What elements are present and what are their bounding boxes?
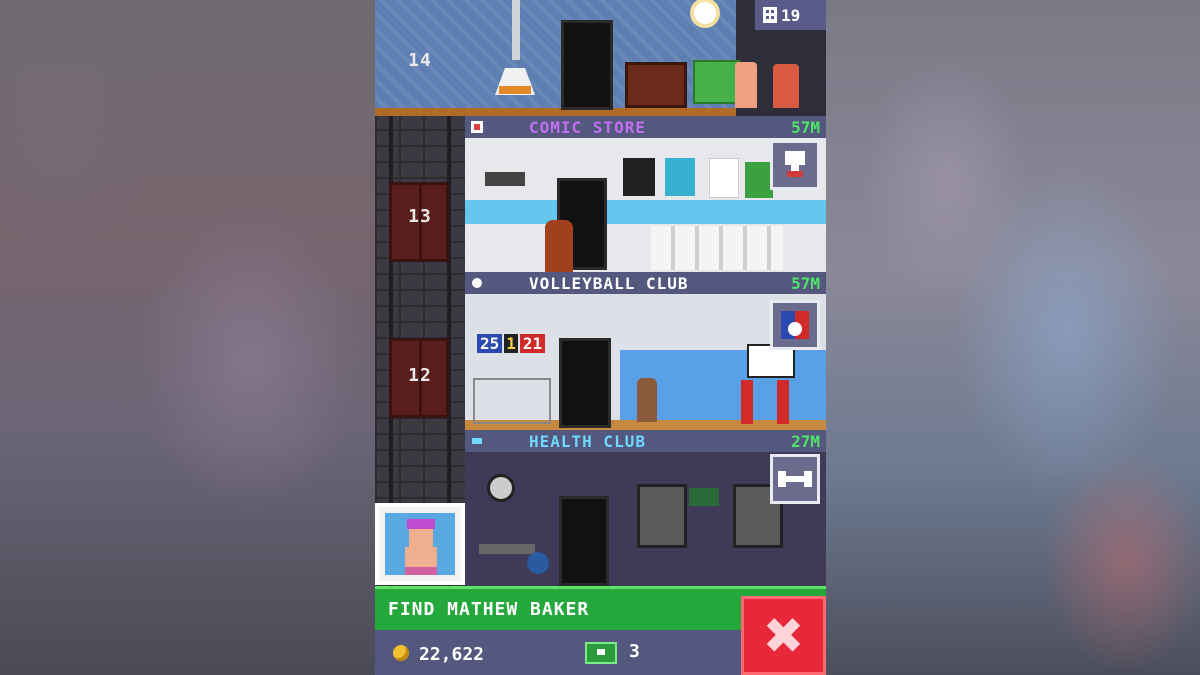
floor-name: VOLLEYBALL CLUB [529, 273, 689, 293]
bitizen-avatar-icon [405, 519, 437, 575]
exercise-ball [527, 552, 549, 574]
visitor-bitizen[interactable] [545, 220, 573, 272]
green-sofa [693, 60, 740, 104]
gym-window [637, 484, 687, 548]
floor-number-12: 12 [408, 365, 432, 386]
sun-icon [689, 2, 721, 24]
floor-count-value: 19 [781, 5, 801, 25]
mission-label: FIND MATHEW BAKER [388, 599, 590, 620]
floor-header: HEALTH CLUB 27M [465, 430, 826, 452]
comic-poster [745, 162, 773, 198]
dumbbell-icon [778, 471, 812, 487]
blurred-background-left [0, 0, 375, 675]
score-home: 25 [477, 334, 503, 353]
apartment-door[interactable] [561, 20, 613, 110]
ball-icon [472, 278, 482, 288]
apartment-floorboard [375, 108, 736, 116]
game-viewport[interactable]: 14 13 12 20 [375, 0, 826, 675]
floor-amount: 57M [791, 117, 820, 137]
tv-icon [625, 62, 687, 108]
resident-bitizen[interactable] [735, 62, 757, 108]
heart-icon [472, 438, 482, 444]
comic-poster [709, 158, 739, 198]
net-post [741, 380, 753, 424]
floor-number-14: 14 [408, 50, 432, 71]
resident-bitizen[interactable] [773, 64, 799, 108]
comic-rack [651, 226, 783, 270]
bux-count: 3 [629, 641, 640, 662]
store-icon [471, 121, 483, 133]
score-period: 1 [504, 334, 518, 353]
floor-name: COMIC STORE [529, 117, 646, 137]
bat-decoration [485, 172, 525, 186]
ball-rack [473, 378, 551, 424]
building-icon [763, 7, 777, 23]
floor-header: COMIC STORE 57M [465, 116, 826, 138]
floor-amount: 27M [791, 431, 820, 451]
floor-number-13: 13 [408, 206, 432, 227]
close-mission-button[interactable]: ✖ [741, 596, 826, 675]
score-away: 21 [519, 334, 546, 353]
comic-poster [623, 158, 655, 196]
clock-icon [487, 474, 515, 502]
fireplace-lamp [495, 0, 535, 95]
scoreboard: 25 1 21 [477, 334, 546, 353]
bux-icon [585, 642, 617, 664]
gym-sign [689, 488, 719, 506]
net-post [777, 380, 789, 424]
floor-action-button[interactable] [770, 300, 820, 350]
floor-action-button[interactable] [770, 140, 820, 190]
comic-poster [665, 158, 695, 196]
trophy-icon [785, 151, 805, 177]
floor-amount: 57M [791, 273, 820, 293]
floor-comic-store[interactable]: COMIC STORE 57M [465, 116, 826, 272]
floor-header: VOLLEYBALL CLUB 57M [465, 272, 826, 294]
store-stripe [465, 200, 826, 224]
gym-door[interactable] [559, 496, 609, 586]
coin-count: 22,622 [419, 644, 485, 665]
floor-count-counter[interactable]: 19 [755, 0, 826, 30]
blurred-background-right [826, 0, 1200, 675]
floor-health-club[interactable]: HEALTH CLUB 27M [465, 430, 826, 586]
close-icon: ✖ [762, 606, 805, 665]
bitizen-portrait[interactable] [375, 503, 465, 585]
floor-action-button[interactable] [770, 454, 820, 504]
floor-name: HEALTH CLUB [529, 431, 646, 451]
volleyball-icon [781, 311, 809, 339]
barbell [479, 544, 535, 554]
floor-volleyball-club[interactable]: VOLLEYBALL CLUB 57M 25 1 21 [465, 272, 826, 430]
coin-icon [393, 645, 409, 661]
visitor-bitizen[interactable] [637, 378, 657, 422]
club-door[interactable] [559, 338, 611, 428]
